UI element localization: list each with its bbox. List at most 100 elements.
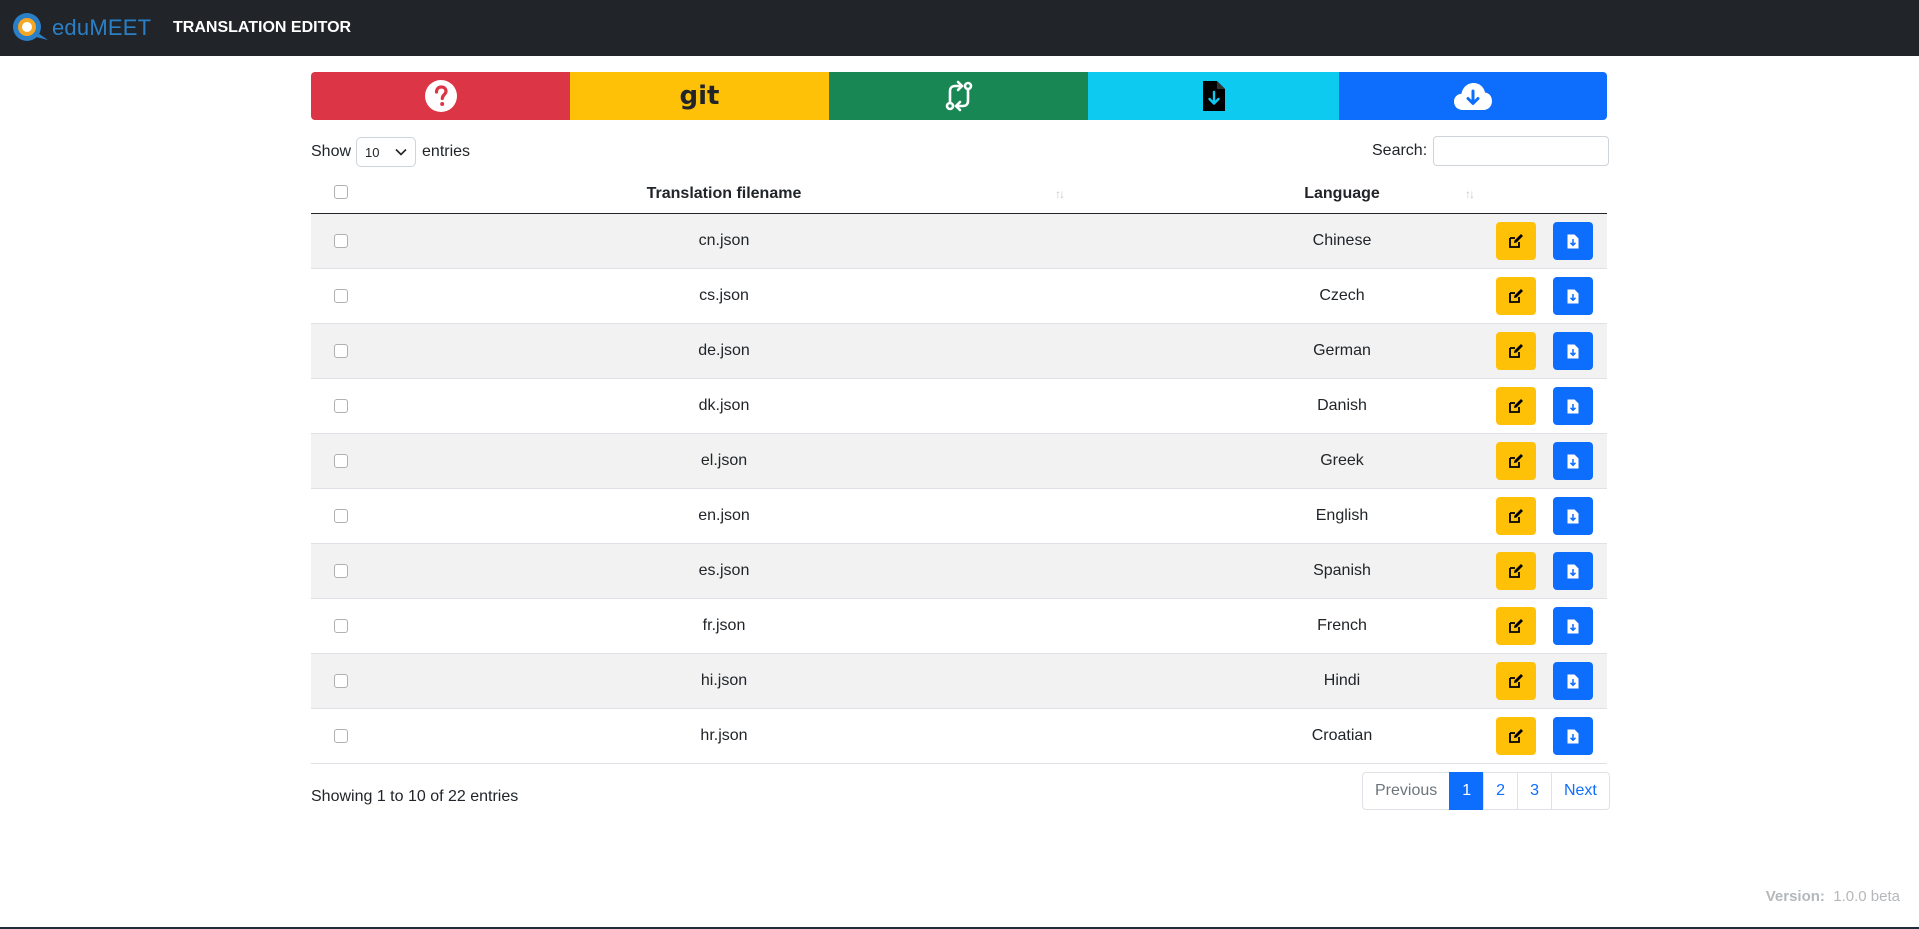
edit-icon bbox=[1509, 399, 1523, 413]
download-button[interactable] bbox=[1553, 332, 1593, 370]
filename-cell: hr.json bbox=[700, 727, 748, 744]
cloud-download-icon bbox=[1454, 83, 1492, 110]
file-download-icon bbox=[1567, 454, 1579, 468]
pagination: Previous 1 2 3 Next bbox=[1362, 772, 1610, 810]
file-download-icon bbox=[1567, 399, 1579, 413]
edit-button[interactable] bbox=[1496, 387, 1536, 425]
language-cell: Danish bbox=[1317, 397, 1367, 414]
page-button-1[interactable]: 1 bbox=[1449, 772, 1485, 810]
file-download-icon bbox=[1567, 674, 1579, 688]
table-row: es.json Spanish bbox=[311, 544, 1607, 599]
git-button[interactable]: git bbox=[570, 72, 829, 120]
chevron-down-icon bbox=[395, 148, 407, 156]
search-input[interactable] bbox=[1433, 136, 1610, 166]
edit-button[interactable] bbox=[1496, 442, 1536, 480]
download-file-button[interactable] bbox=[1088, 72, 1339, 120]
download-button[interactable] bbox=[1553, 717, 1593, 755]
edit-icon bbox=[1509, 509, 1523, 523]
language-cell: English bbox=[1315, 507, 1369, 524]
file-download-icon bbox=[1567, 509, 1579, 523]
table-row: dk.json Danish bbox=[311, 379, 1607, 434]
language-cell: Chinese bbox=[1312, 232, 1372, 249]
filename-cell: hi.json bbox=[700, 672, 748, 689]
filename-cell: es.json bbox=[698, 562, 750, 579]
version-label: Version: bbox=[1765, 888, 1825, 905]
git-compare-icon bbox=[945, 80, 972, 112]
edit-icon bbox=[1509, 289, 1523, 303]
filename-cell: cn.json bbox=[698, 232, 750, 249]
table-row: cs.json Czech bbox=[311, 269, 1607, 324]
search-label: Search: bbox=[1372, 142, 1428, 159]
brand-logo-link[interactable]: eduMEET bbox=[10, 12, 151, 44]
language-cell: Spanish bbox=[1313, 562, 1371, 579]
file-download-icon bbox=[1567, 729, 1579, 743]
table-row: hr.json Croatian bbox=[311, 709, 1607, 764]
edit-icon bbox=[1509, 454, 1523, 468]
entries-label: entries bbox=[422, 143, 471, 160]
download-button[interactable] bbox=[1553, 662, 1593, 700]
git-compare-button[interactable] bbox=[829, 72, 1088, 120]
download-button[interactable] bbox=[1553, 387, 1593, 425]
sort-icon[interactable]: ↑↓ bbox=[1055, 187, 1065, 201]
edit-button[interactable] bbox=[1496, 497, 1536, 535]
language-cell: Czech bbox=[1319, 287, 1365, 304]
edit-icon bbox=[1509, 234, 1523, 248]
git-label: git bbox=[679, 81, 720, 111]
language-cell: Hindi bbox=[1323, 672, 1361, 689]
download-button[interactable] bbox=[1553, 607, 1593, 645]
file-download-icon bbox=[1202, 81, 1225, 111]
table-row: hi.json Hindi bbox=[311, 654, 1607, 709]
download-button[interactable] bbox=[1553, 497, 1593, 535]
file-download-icon bbox=[1567, 234, 1579, 248]
table-row: de.json German bbox=[311, 324, 1607, 379]
edumeet-logo-icon bbox=[13, 13, 48, 41]
next-page-button[interactable]: Next bbox=[1550, 772, 1610, 810]
filename-cell: dk.json bbox=[698, 397, 750, 414]
column-header-filename[interactable]: Translation filename bbox=[311, 185, 1137, 203]
download-button[interactable] bbox=[1553, 442, 1593, 480]
page-button-2[interactable]: 2 bbox=[1483, 772, 1519, 810]
question-circle-icon bbox=[424, 80, 457, 112]
file-download-icon bbox=[1567, 564, 1579, 578]
filename-cell: fr.json bbox=[702, 617, 746, 634]
table-header: Translation filename ↑↓ Language ↑↓ bbox=[311, 174, 1607, 214]
edit-button[interactable] bbox=[1496, 552, 1536, 590]
table-info: Showing 1 to 10 of 22 entries bbox=[311, 788, 519, 805]
navbar: eduMEET TRANSLATION EDITOR bbox=[0, 0, 1919, 56]
entries-per-page-value: 10 bbox=[365, 144, 380, 160]
language-cell: French bbox=[1317, 617, 1367, 634]
version-info: Version: 1.0.0 beta bbox=[1766, 888, 1900, 905]
table-row: el.json Greek bbox=[311, 434, 1607, 489]
edit-button[interactable] bbox=[1496, 662, 1536, 700]
page-button-3[interactable]: 3 bbox=[1517, 772, 1552, 810]
brand-name: eduMEET bbox=[52, 15, 152, 40]
table-row: cn.json Chinese bbox=[311, 214, 1607, 269]
filename-cell: cs.json bbox=[699, 287, 749, 304]
edit-button[interactable] bbox=[1496, 607, 1536, 645]
edit-icon bbox=[1509, 564, 1523, 578]
version-value: 1.0.0 beta bbox=[1833, 888, 1900, 905]
edit-button[interactable] bbox=[1496, 717, 1536, 755]
download-button[interactable] bbox=[1553, 552, 1593, 590]
filename-cell: el.json bbox=[700, 452, 748, 469]
edit-button[interactable] bbox=[1496, 277, 1536, 315]
edit-button[interactable] bbox=[1496, 222, 1536, 260]
previous-page-button[interactable]: Previous bbox=[1362, 772, 1451, 810]
sort-icon[interactable]: ↑↓ bbox=[1465, 187, 1475, 201]
filename-cell: en.json bbox=[698, 507, 750, 524]
table-row: fr.json French bbox=[311, 599, 1607, 654]
language-cell: German bbox=[1313, 342, 1371, 359]
file-download-icon bbox=[1567, 619, 1579, 633]
app-title: TRANSLATION EDITOR bbox=[173, 19, 352, 36]
edit-button[interactable] bbox=[1496, 332, 1536, 370]
table-row: en.json English bbox=[311, 489, 1607, 544]
language-cell: Croatian bbox=[1311, 727, 1373, 744]
download-button[interactable] bbox=[1553, 277, 1593, 315]
cloud-download-button[interactable] bbox=[1339, 72, 1607, 120]
filename-cell: de.json bbox=[698, 342, 750, 359]
help-button[interactable] bbox=[311, 72, 570, 120]
entries-per-page-select[interactable]: 10 bbox=[356, 137, 417, 167]
download-button[interactable] bbox=[1553, 222, 1593, 260]
column-header-language[interactable]: Language bbox=[1137, 185, 1547, 203]
file-download-icon bbox=[1567, 344, 1579, 358]
